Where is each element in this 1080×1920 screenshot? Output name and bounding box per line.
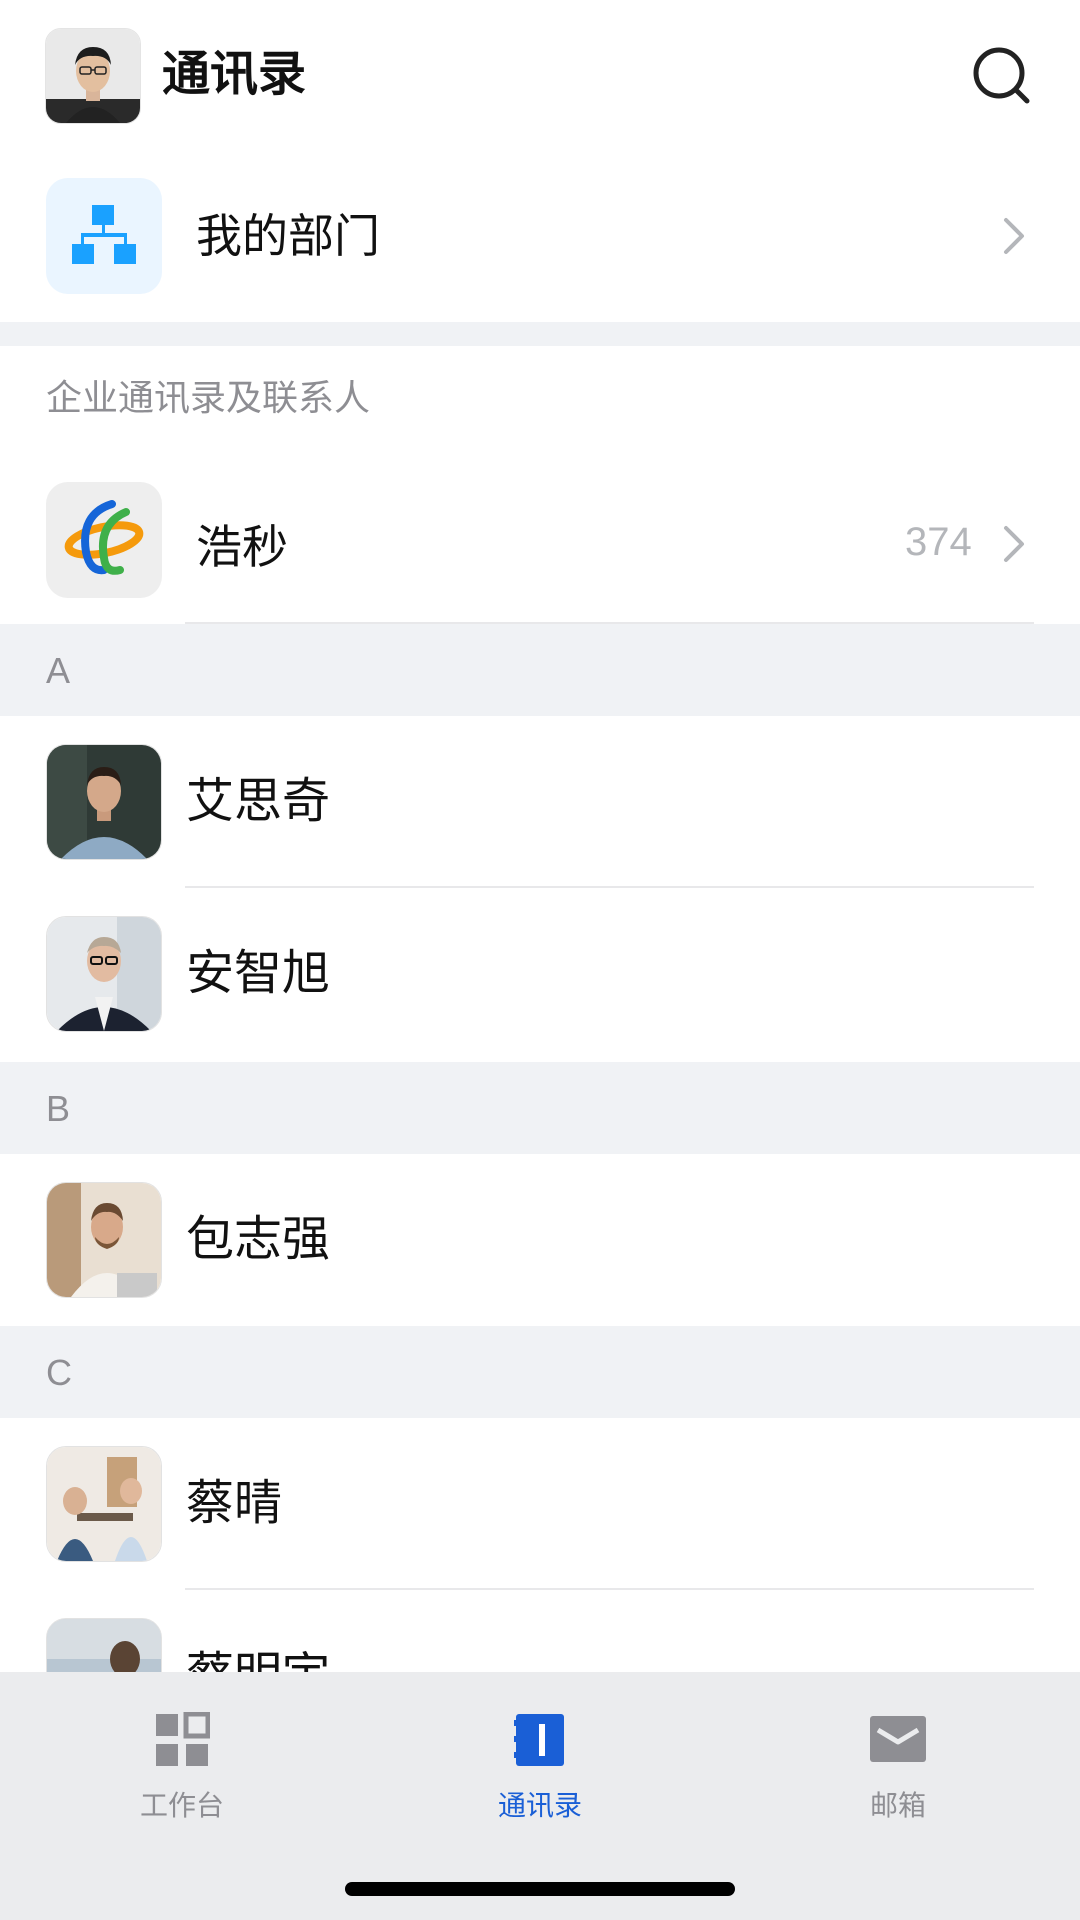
tab-label: 邮箱 <box>869 1790 926 1821</box>
section-title: 企业通讯录及联系人 <box>46 377 371 418</box>
tab-label: 通讯录 <box>497 1790 582 1821</box>
user-avatar[interactable] <box>45 28 141 124</box>
contact-avatar <box>46 916 162 1032</box>
tab-mail[interactable]: 邮箱 <box>798 1712 998 1832</box>
section-divider <box>0 322 1080 346</box>
company-row[interactable]: 浩秒 374 <box>0 472 1080 624</box>
index-letter: A <box>46 650 71 691</box>
page-title: 通讯录 <box>162 48 307 101</box>
member-count: 374 <box>905 520 972 564</box>
contacts-book-icon <box>514 1714 564 1766</box>
contact-name: 蔡晴 <box>186 1477 283 1530</box>
contact-avatar <box>46 1618 162 1672</box>
my-department-row[interactable]: 我的部门 <box>0 150 1080 322</box>
contact-name: 安智旭 <box>186 947 331 1000</box>
contact-row[interactable]: 蔡晴 <box>0 1418 1080 1590</box>
index-letter-b: B <box>0 1062 1080 1154</box>
index-letter-c: C <box>0 1326 1080 1418</box>
tab-workbench[interactable]: 工作台 <box>82 1712 282 1832</box>
company-name: 浩秒 <box>196 521 288 573</box>
index-letter: C <box>46 1352 72 1393</box>
contact-row[interactable]: 蔡明宇 <box>0 1590 1080 1672</box>
index-letter-a: A <box>0 624 1080 716</box>
app-header: 通讯录 <box>0 0 1080 150</box>
contact-row[interactable]: 安智旭 <box>0 888 1080 1060</box>
org-chart-icon <box>46 178 162 294</box>
contact-avatar <box>46 744 162 860</box>
tab-contacts[interactable]: 通讯录 <box>440 1712 640 1832</box>
index-letter: B <box>46 1088 71 1129</box>
contact-avatar <box>46 1182 162 1298</box>
search-icon[interactable] <box>970 44 1034 108</box>
chevron-right-icon <box>1004 218 1024 254</box>
contact-name: 包志强 <box>186 1213 331 1266</box>
chevron-right-icon <box>1004 526 1024 562</box>
contact-row[interactable]: 艾思奇 <box>0 716 1080 888</box>
mail-icon <box>870 1716 926 1762</box>
home-indicator <box>345 1882 735 1896</box>
my-department-label: 我的部门 <box>196 210 380 262</box>
contact-row[interactable]: 包志强 <box>0 1154 1080 1326</box>
grid-icon <box>156 1712 210 1766</box>
tab-label: 工作台 <box>139 1790 224 1821</box>
contact-avatar <box>46 1446 162 1562</box>
contact-name: 艾思奇 <box>186 775 331 828</box>
contact-name: 蔡明宇 <box>186 1646 330 1672</box>
company-logo <box>46 482 162 598</box>
